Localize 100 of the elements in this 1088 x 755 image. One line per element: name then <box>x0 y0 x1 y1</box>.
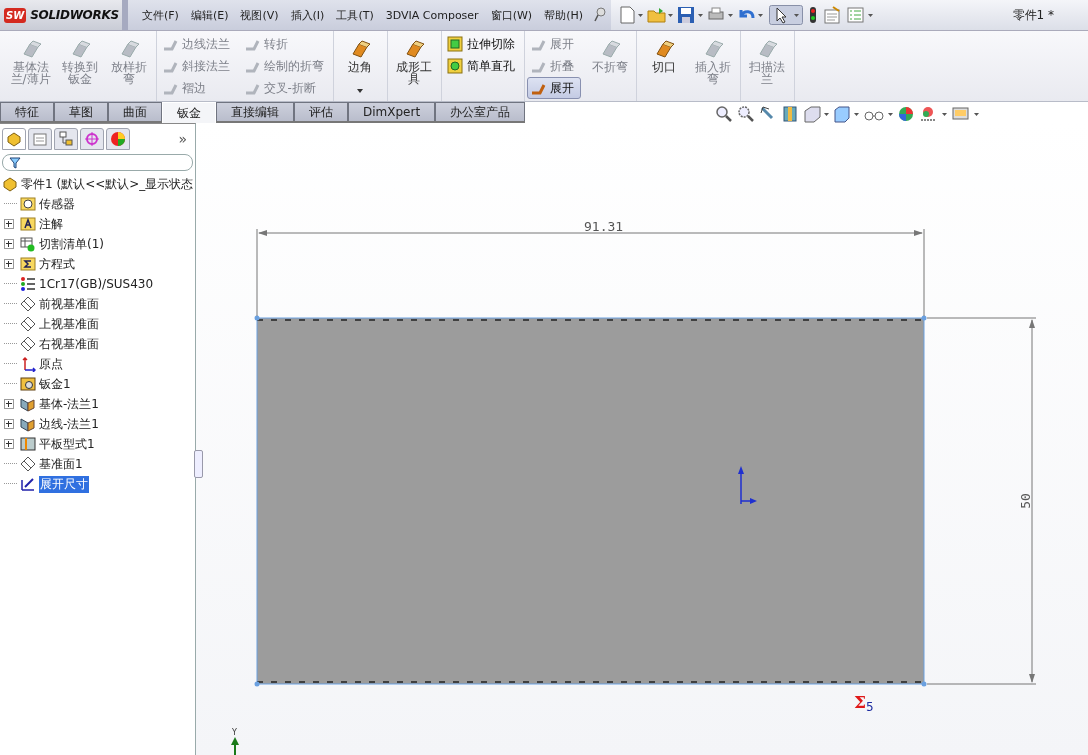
panel-tab[interactable] <box>2 128 26 150</box>
menu-item[interactable]: 视图(V) <box>234 7 285 23</box>
sheet-metal-icon <box>350 39 371 59</box>
panel-tab[interactable] <box>28 128 52 150</box>
sheet-metal-icon <box>20 376 36 392</box>
document-title: 零件1 * <box>1012 6 1054 24</box>
save-icon[interactable] <box>677 6 703 24</box>
more-tabs-button[interactable]: » <box>178 131 187 147</box>
filter-field[interactable] <box>2 154 193 171</box>
scene-icon[interactable] <box>919 105 948 123</box>
part-icon <box>2 176 18 192</box>
menu-item[interactable]: 工具(T) <box>330 7 380 23</box>
menu-item[interactable]: 窗口(W) <box>484 7 539 23</box>
tree-item[interactable]: 传感器 <box>39 195 75 213</box>
caret-icon[interactable] <box>357 89 364 93</box>
dimension-value[interactable]: 50 <box>1018 493 1033 509</box>
axis-label: Y <box>232 728 237 737</box>
plane-icon <box>20 456 36 472</box>
cube-icon[interactable] <box>833 105 860 123</box>
zoom-area-icon[interactable] <box>737 105 756 123</box>
tree-item[interactable]: 基体-法兰1 <box>39 395 99 413</box>
expand-toggle[interactable] <box>4 439 14 449</box>
ribbon-tab[interactable]: 直接编辑 <box>216 102 294 121</box>
tree-item[interactable]: 上视基准面 <box>39 315 99 333</box>
view-settings-icon[interactable] <box>951 105 980 123</box>
sheet-metal-icon <box>757 39 778 59</box>
expand-toggle[interactable] <box>4 219 14 229</box>
ribbon-tab[interactable]: 办公室产品 <box>435 102 526 121</box>
tree-item[interactable]: 右视基准面 <box>39 335 99 353</box>
sheet-metal-icon <box>702 39 723 59</box>
gauge-folder-icon <box>20 196 36 212</box>
part-icon <box>6 131 22 147</box>
zoom-to-fit-icon[interactable] <box>715 105 734 123</box>
ribbon-tab[interactable]: 评估 <box>294 102 348 121</box>
menu-item[interactable]: 文件(F) <box>136 7 185 23</box>
open-folder-icon[interactable] <box>647 6 673 24</box>
section-view-icon[interactable] <box>781 105 800 123</box>
sheet-metal-icon <box>118 39 139 59</box>
select-pointer-icon[interactable] <box>769 5 803 25</box>
letter-a-folder-icon <box>20 216 36 232</box>
origin-icon <box>20 356 36 372</box>
property-sheet-icon <box>32 131 48 147</box>
menu-item[interactable]: 编辑(E) <box>184 7 235 23</box>
expand-toggle[interactable] <box>4 399 14 409</box>
tree-item[interactable]: 平板型式1 <box>39 435 95 453</box>
tree-item[interactable]: 展开尺寸 <box>39 475 89 493</box>
sheet-metal-icon <box>404 39 425 59</box>
tree-item[interactable]: 前视基准面 <box>39 295 99 313</box>
tree-item[interactable]: 基准面1 <box>39 455 83 473</box>
tree-item[interactable]: 注解 <box>39 215 63 233</box>
tree-item[interactable]: 1Cr17(GB)/SUS430 <box>39 277 154 291</box>
panel-tab[interactable] <box>80 128 104 150</box>
menu-item[interactable]: 帮助(H) <box>538 7 589 23</box>
flange-icon <box>20 396 36 412</box>
sigma-folder-icon <box>20 256 36 272</box>
options-icon[interactable] <box>847 6 875 24</box>
tree-item[interactable]: 方程式 <box>39 255 75 273</box>
ribbon-button[interactable]: 拉伸切除 <box>443 33 522 55</box>
plane-icon <box>20 296 36 312</box>
expand-toggle[interactable] <box>4 259 14 269</box>
panel-tab[interactable] <box>106 128 130 150</box>
tree-item[interactable]: 钣金1 <box>39 375 71 393</box>
configuration-icon <box>58 131 74 147</box>
hole-icon <box>446 58 463 74</box>
origin-arrows-icon <box>738 466 757 505</box>
tree-item[interactable]: 切割清单(1) <box>39 235 104 253</box>
ribbon-button[interactable]: 边角 <box>335 33 385 97</box>
ribbon-button[interactable]: 简单直孔 <box>443 55 522 77</box>
view-orientation-icon[interactable] <box>803 105 830 123</box>
plane-icon <box>20 316 36 332</box>
menu-item[interactable]: 插入(I) <box>284 7 331 23</box>
expand-toggle[interactable] <box>4 419 14 429</box>
ribbon-button[interactable]: 切口 <box>639 33 689 97</box>
ribbon-tab[interactable]: 草图 <box>54 102 108 121</box>
ribbon-tab[interactable]: 钣金 <box>162 102 216 123</box>
ribbon-button[interactable]: 成形工具 <box>389 33 439 97</box>
extruded-cut-icon <box>446 36 463 52</box>
sheet-metal-icon <box>69 39 90 59</box>
tree-item[interactable]: 边线-法兰1 <box>39 415 99 433</box>
dimension-value[interactable]: 91.31 <box>584 219 624 234</box>
ribbon-tab[interactable]: DimXpert <box>348 102 436 121</box>
sheet-metal-icon <box>599 39 620 59</box>
ribbon-button[interactable]: 展开 <box>526 77 581 99</box>
ribbon-tab[interactable]: 曲面 <box>108 102 162 121</box>
expand-toggle[interactable] <box>4 239 14 249</box>
flange-icon <box>20 416 36 432</box>
ribbon-tab[interactable]: 特征 <box>0 102 54 121</box>
panel-tab[interactable] <box>54 128 78 150</box>
panel-collapse-handle[interactable] <box>194 450 203 478</box>
equation-marker[interactable]: Σ$_{5}$ <box>854 692 874 714</box>
logo-badge: SW <box>4 7 27 23</box>
traffic-light-icon[interactable] <box>807 6 819 24</box>
menu-item[interactable]: 3DVIA Composer <box>379 8 485 22</box>
table-icon <box>20 236 36 252</box>
color-ball-icon[interactable] <box>897 105 916 123</box>
tree-item[interactable]: 原点 <box>39 355 63 373</box>
tree-item[interactable]: 零件1 (默认<<默认>_显示状态 <box>21 175 194 193</box>
new-document-icon[interactable] <box>619 6 643 24</box>
crosshair-icon <box>84 131 100 147</box>
flat-pattern-icon <box>20 436 36 452</box>
